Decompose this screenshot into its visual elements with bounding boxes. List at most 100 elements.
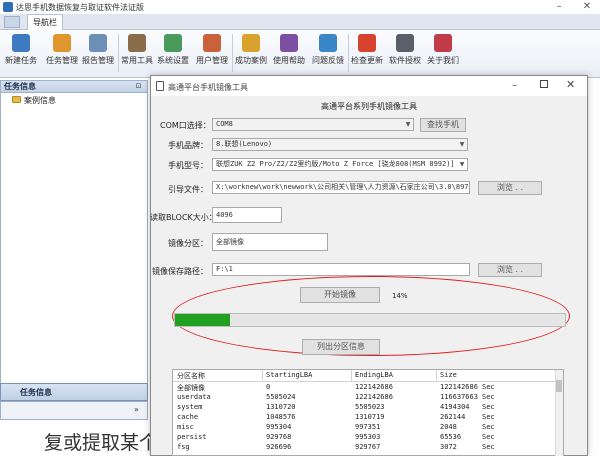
table-cell: 122142686 [355,393,393,401]
phone-brand-select[interactable]: 8.联想(Lenovo) [212,138,468,151]
toolbar-button-icon [89,34,107,52]
table-cell: 995303 [355,433,381,441]
table-cell: 122142686 [440,383,478,391]
toolbar-button-5[interactable]: 系统设置 [155,33,191,75]
toolbar-button-icon [242,34,260,52]
table-cell: 926696 [266,443,292,451]
table-cell: 1048576 [266,413,296,421]
boot-file-label: 引导文件： [168,185,208,194]
table-cell: 1310720 [266,403,296,411]
table-column-separator[interactable] [262,370,263,382]
background-document-text: 复或提取某个 [44,432,159,454]
phone-brand-label: 手机品牌： [168,141,208,150]
tree-expander-icon[interactable] [4,96,10,102]
toolbar-button-label: 问题反馈 [312,56,344,65]
chevron-right-icon[interactable]: » [134,405,139,414]
table-column-header[interactable]: 分区名称 [177,371,205,381]
toolbar-button-12[interactable]: 关于我们 [425,33,461,75]
browse-boot-file-button[interactable]: 浏览 . . [478,181,542,195]
table-cell: fsg [177,443,190,451]
dialog-maximize-button[interactable] [540,80,548,88]
toolbar-button-icon [203,34,221,52]
toolbar-button-label: 系统设置 [157,56,189,65]
toolbar-button-icon [164,34,182,52]
phone-model-label: 手机型号： [168,161,208,170]
list-partitions-button[interactable]: 列出分区信息 [302,339,380,355]
table-cell: 929767 [355,443,381,451]
save-path-input[interactable]: F:\1 [212,263,470,276]
table-column-separator[interactable] [351,370,352,382]
mirror-partition-input[interactable]: 全部镜像 [212,233,328,251]
com-port-label: COM口选择： [160,121,211,130]
task-info-section-label: 任务信息 [20,388,52,397]
toolbar-button-icon [358,34,376,52]
table-column-header[interactable]: StartingLBA [266,371,312,379]
table-cell: 262144 [440,413,466,421]
table-cell: 5505024 [266,393,296,401]
boot-file-path-input[interactable]: X:\worknew\work\newwork\公司相关\管理\人力资源\石家庄… [212,181,470,194]
chevron-down-icon: ▼ [405,121,411,128]
table-cell: Sec [482,433,495,441]
table-scrollbar-thumb[interactable] [556,380,562,392]
chevron-down-icon: ▼ [459,141,465,148]
toolbar-button-4[interactable]: 常用工具 [119,33,155,75]
table-cell: 2048 [440,423,457,431]
dialog-app-icon [156,81,164,91]
table-cell: 65536 [440,433,462,441]
toolbar-button-1[interactable]: 新建任务 [3,33,39,75]
toolbar-button-7[interactable]: 成功案例 [233,33,269,75]
table-cell: Sec [482,423,495,431]
table-cell: Sec [482,413,495,421]
toolbar-button-10[interactable]: 检查更新 [349,33,385,75]
table-column-separator[interactable] [436,370,437,382]
tree-item-case-info[interactable]: 案例信息 [24,95,56,106]
dialog-close-button[interactable]: ✕ [566,78,575,91]
toolbar-button-8[interactable]: 使用帮助 [271,33,307,75]
pin-icon[interactable]: ⊡ [134,82,143,91]
table-cell: Sec [482,443,495,451]
table-column-header[interactable]: EndingLBA [355,371,393,379]
main-close-button[interactable]: ✕ [576,0,598,14]
toolbar-button-label: 使用帮助 [273,56,305,65]
dialog-title: 高通平台手机镜像工具 [168,83,248,92]
start-mirror-button[interactable]: 开始镜像 [300,287,380,303]
toolbar-button-label: 新建任务 [5,56,37,65]
table-cell: userdata [177,393,211,401]
toolbar-button-icon [280,34,298,52]
table-cell: 929768 [266,433,292,441]
mirror-partition-label: 镜像分区： [168,239,208,248]
toolbar-button-6[interactable]: 用户管理 [194,33,230,75]
toolbar-button-icon [396,34,414,52]
progress-percent-text: 14% [392,292,408,300]
toolbar-button-icon [128,34,146,52]
table-cell: 122142686 [355,383,393,391]
toolbar-button-3[interactable]: 报告管理 [80,33,116,75]
toolbar-button-9[interactable]: 问题反馈 [310,33,346,75]
table-column-header[interactable]: Size [440,371,457,379]
browse-save-path-button[interactable]: 浏览 . . [478,263,542,277]
table-cell: cache [177,413,199,421]
table-cell: 全部镜像 [177,384,205,392]
task-info-panel-title: 任务信息 [4,82,36,91]
block-size-input[interactable]: 4096 [212,207,282,223]
progress-bar-fill [175,314,230,326]
toolbar-button-label: 用户管理 [196,56,228,65]
com-port-select[interactable]: COM8 [212,118,414,131]
task-info-panel [0,80,148,420]
tab-navigation[interactable]: 导航栏 [27,14,63,30]
dialog-minimize-button[interactable]: – [512,80,517,91]
quick-access-menu-icon[interactable] [4,16,20,28]
navigation-pane-footer [0,401,148,420]
app-logo-icon [3,2,13,12]
table-cell: persist [177,433,207,441]
phone-model-select[interactable]: 联想ZUK Z2 Pro/Z2/Z2里约版/Moto Z Force [骁龙80… [212,158,468,171]
progress-bar [174,313,566,327]
toolbar-button-11[interactable]: 软件授权 [387,33,423,75]
find-phone-button[interactable]: 查找手机 [420,118,466,132]
toolbar-button-label: 关于我们 [427,56,459,65]
main-minimize-button[interactable]: – [548,0,570,14]
table-cell: 995304 [266,423,292,431]
table-cell: Sec [482,403,495,411]
toolbar-button-2[interactable]: 任务管理 [44,33,80,75]
table-cell: Sec [482,393,495,401]
